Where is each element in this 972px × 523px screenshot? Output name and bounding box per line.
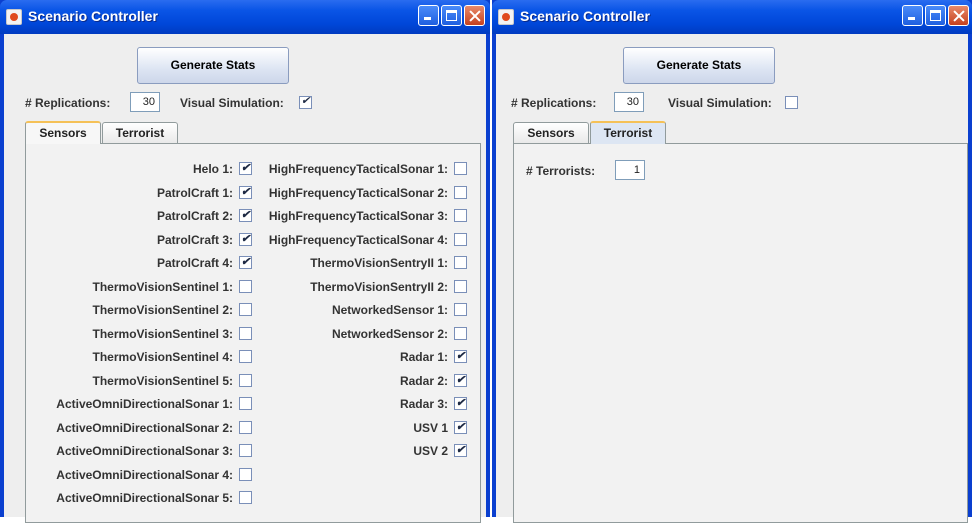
- sensor-label: Radar 3:: [399, 397, 448, 411]
- java-cup-icon: [498, 9, 514, 25]
- close-button[interactable]: [464, 5, 485, 26]
- close-button[interactable]: [948, 5, 969, 26]
- minimize-icon: [903, 6, 922, 25]
- sensor-label: NetworkedSensor 2:: [331, 326, 448, 341]
- sensor-checkbox[interactable]: [454, 326, 467, 340]
- sensor-checkbox[interactable]: [454, 209, 467, 222]
- left_column-row: ActiveOmniDirectionalSonar 4:: [26, 467, 252, 483]
- right_column-row: HighFrequencyTacticalSonar 2:: [26, 185, 467, 201]
- generate-stats-button[interactable]: Generate Stats: [623, 47, 775, 84]
- maximize-button[interactable]: [441, 5, 462, 26]
- visual-simulation-label: Visual Simulation:: [668, 96, 772, 110]
- sensor-label: ThermoVisionSentryII 1:: [310, 256, 448, 270]
- right_column-row: NetworkedSensor 1:: [26, 302, 467, 318]
- replications-label: # Replications:: [25, 96, 111, 110]
- right_column-row: ThermoVisionSentryII 2:: [26, 279, 467, 295]
- scenario-controller-window-2: Scenario Controller Generate Stats # Rep…: [492, 0, 972, 523]
- replications-field[interactable]: 30: [614, 92, 644, 112]
- window-content: Generate Stats # Replications: 30 Visual…: [496, 34, 968, 523]
- right_column-row: USV 1: [26, 419, 467, 436]
- sensor-checkbox[interactable]: [454, 372, 467, 388]
- sensors-panel: Helo 1:PatrolCraft 1:PatrolCraft 2:Patro…: [25, 143, 481, 523]
- right_column-row: NetworkedSensor 2:: [26, 326, 467, 342]
- sensor-checkbox[interactable]: [454, 348, 467, 364]
- sensor-label: ThermoVisionSentryII 2:: [310, 279, 448, 294]
- sensor-checkbox[interactable]: [454, 232, 467, 246]
- visual-simulation-checkbox[interactable]: [299, 94, 312, 109]
- sensor-label: USV 1: [413, 420, 448, 435]
- sensor-label: HighFrequencyTacticalSonar 3:: [268, 209, 448, 223]
- scenario-controller-window-1: Scenario Controller Generate Stats # Rep…: [0, 0, 490, 523]
- visual-simulation-checkbox[interactable]: [785, 96, 798, 109]
- right_column-row: HighFrequencyTacticalSonar 1:: [26, 161, 467, 177]
- sensor-checkbox[interactable]: [454, 419, 467, 435]
- right_column-row: USV 2: [26, 442, 467, 459]
- sensor-label: Radar 1:: [399, 350, 448, 364]
- terrorists-field[interactable]: 1: [615, 160, 645, 180]
- sensor-checkbox[interactable]: [454, 256, 467, 269]
- tab-terrorist[interactable]: Terrorist: [102, 122, 178, 144]
- right_column-row: HighFrequencyTacticalSonar 4:: [26, 232, 467, 248]
- right_column-row: Radar 2:: [26, 372, 467, 389]
- sensor-checkbox[interactable]: [454, 395, 467, 411]
- sensor-label: USV 2: [413, 444, 448, 458]
- sensor-checkbox[interactable]: [454, 279, 467, 293]
- visual-simulation-label: Visual Simulation:: [180, 96, 284, 110]
- title-bar[interactable]: Scenario Controller: [0, 0, 490, 34]
- generate-stats-button[interactable]: Generate Stats: [137, 47, 289, 84]
- title-bar[interactable]: Scenario Controller: [492, 0, 972, 34]
- window-title: Scenario Controller: [520, 8, 650, 24]
- sensor-label: ActiveOmniDirectionalSonar 5:: [56, 491, 233, 505]
- right_column-row: Radar 1:: [26, 348, 467, 365]
- sensor-checkbox[interactable]: [454, 303, 467, 316]
- close-icon: [949, 6, 968, 25]
- sensor-label: HighFrequencyTacticalSonar 2:: [268, 185, 448, 200]
- right_column-row: Radar 3:: [26, 395, 467, 412]
- minimize-button[interactable]: [418, 5, 439, 26]
- sensor-checkbox[interactable]: [454, 162, 467, 175]
- terrorist-panel: # Terrorists: 1: [513, 143, 968, 523]
- sensor-checkbox[interactable]: [454, 442, 467, 458]
- window-title: Scenario Controller: [28, 8, 158, 24]
- right_column-row: HighFrequencyTacticalSonar 3:: [26, 208, 467, 224]
- minimize-button[interactable]: [902, 5, 923, 26]
- right_column-row: ThermoVisionSentryII 1:: [26, 255, 467, 271]
- left_column-row: ActiveOmniDirectionalSonar 5:: [26, 490, 252, 506]
- sensor-label: NetworkedSensor 1:: [331, 303, 448, 317]
- minimize-icon: [419, 6, 438, 25]
- sensor-checkbox[interactable]: [454, 185, 467, 199]
- replications-label: # Replications:: [511, 96, 597, 110]
- sensor-label: ActiveOmniDirectionalSonar 4:: [56, 467, 233, 482]
- window-content: Generate Stats # Replications: 30 Visual…: [4, 34, 486, 523]
- terrorists-label: # Terrorists:: [526, 164, 596, 178]
- maximize-icon: [442, 6, 461, 25]
- sensor-label: HighFrequencyTacticalSonar 4:: [268, 232, 448, 247]
- tab-sensors[interactable]: Sensors: [513, 122, 589, 144]
- maximize-icon: [926, 6, 945, 25]
- sensor-label: HighFrequencyTacticalSonar 1:: [268, 162, 448, 176]
- close-icon: [465, 6, 484, 25]
- replications-field[interactable]: 30: [130, 92, 160, 112]
- tab-terrorist[interactable]: Terrorist: [590, 121, 666, 144]
- sensor-checkbox[interactable]: [239, 491, 252, 504]
- java-cup-icon: [6, 9, 22, 25]
- sensor-checkbox[interactable]: [239, 467, 252, 481]
- sensor-label: Radar 2:: [399, 373, 448, 388]
- maximize-button[interactable]: [925, 5, 946, 26]
- tab-sensors[interactable]: Sensors: [25, 121, 101, 144]
